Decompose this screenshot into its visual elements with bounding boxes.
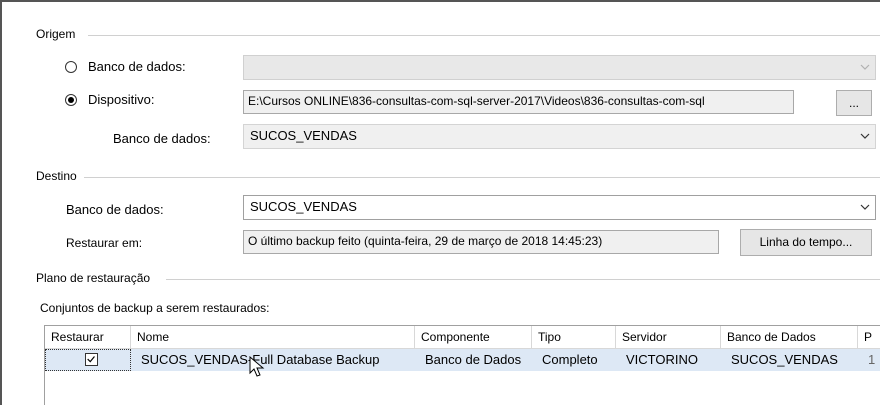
row-type: Completo	[542, 352, 598, 367]
table-row[interactable]: SUCOS_VENDAS-Full Database Backup Banco …	[45, 349, 880, 371]
grid-header: Restaurar Nome Componente Tipo Servidor …	[45, 326, 880, 349]
restore-to-label: Restaurar em:	[66, 236, 143, 250]
radio-database[interactable]	[65, 61, 77, 73]
row-server: VICTORINO	[626, 352, 698, 367]
row-name: SUCOS_VENDAS-Full Database Backup	[141, 352, 380, 367]
window-top-border	[0, 0, 880, 2]
window-left-border	[0, 0, 2, 405]
destino-database-label: Banco de dados:	[66, 202, 164, 217]
origem-database-combo[interactable]: SUCOS_VENDAS	[243, 124, 876, 149]
mouse-cursor-icon	[249, 356, 265, 377]
origem-section-title: Origem	[36, 27, 76, 41]
origem-database-value: SUCOS_VENDAS	[250, 128, 357, 143]
radio-device-label[interactable]: Dispositivo:	[88, 92, 154, 107]
timeline-button[interactable]: Linha do tempo...	[740, 229, 872, 256]
backup-sets-label: Conjuntos de backup a serem restaurados:	[40, 301, 270, 315]
plano-section-title: Plano de restauração	[36, 271, 151, 285]
chevron-down-icon	[860, 64, 870, 70]
device-path-field[interactable]: E:\Cursos ONLINE\836-consultas-com-sql-s…	[243, 90, 794, 114]
col-componente[interactable]: Componente	[415, 326, 532, 348]
col-tipo[interactable]: Tipo	[532, 326, 616, 348]
col-p[interactable]: P	[858, 326, 880, 348]
origem-database-label: Banco de dados:	[113, 131, 211, 146]
restore-to-field: O último backup feito (quinta-feira, 29 …	[243, 230, 719, 254]
destino-database-combo[interactable]: SUCOS_VENDAS	[243, 195, 876, 220]
col-servidor[interactable]: Servidor	[616, 326, 721, 348]
destino-database-value: SUCOS_VENDAS	[250, 199, 357, 214]
col-restaurar[interactable]: Restaurar	[45, 326, 131, 348]
origem-database-combo-disabled[interactable]	[243, 55, 876, 80]
row-extra: 1	[868, 352, 876, 367]
row-database: SUCOS_VENDAS	[731, 352, 838, 367]
backup-sets-grid[interactable]: Restaurar Nome Componente Tipo Servidor …	[44, 325, 880, 405]
radio-device[interactable]	[65, 94, 77, 106]
chevron-down-icon	[860, 133, 870, 139]
chevron-down-icon	[860, 204, 870, 210]
radio-database-label[interactable]: Banco de dados:	[88, 59, 186, 74]
col-banco-de-dados[interactable]: Banco de Dados	[721, 326, 858, 348]
destino-section-title: Destino	[36, 169, 77, 183]
origem-divider	[88, 35, 880, 36]
col-nome[interactable]: Nome	[131, 326, 415, 348]
browse-button[interactable]: ...	[836, 90, 872, 116]
checkmark-icon	[87, 356, 95, 363]
row-component: Banco de Dados	[425, 352, 522, 367]
destino-divider	[84, 177, 880, 178]
restore-checkbox[interactable]	[85, 353, 98, 366]
plano-divider	[166, 279, 880, 280]
